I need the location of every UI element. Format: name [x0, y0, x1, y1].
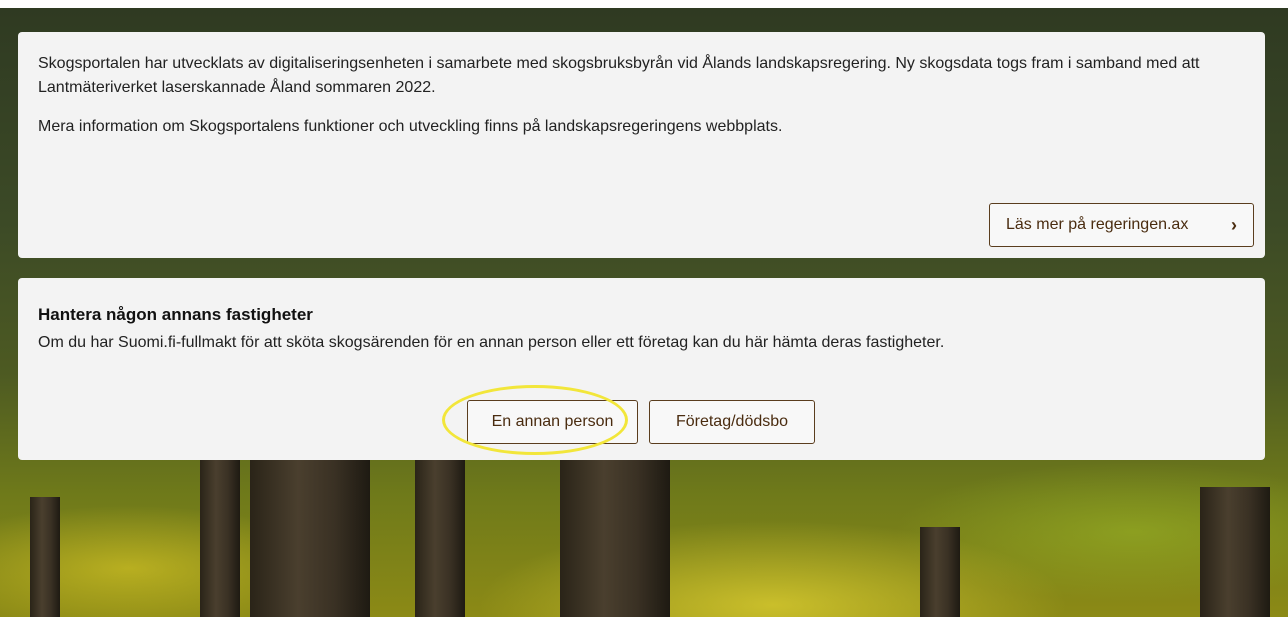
tree-trunk — [250, 447, 370, 617]
other-person-button[interactable]: En annan person — [467, 400, 638, 444]
info-paragraph: Skogsportalen har utvecklats av digitali… — [38, 55, 1200, 96]
tree-trunk — [415, 447, 465, 617]
manage-others-description: Om du har Suomi.fi-fullmakt för att sköt… — [38, 334, 945, 351]
company-estate-button[interactable]: Företag/dödsbo — [649, 400, 815, 444]
info-card: Skogsportalen har utvecklats av digitali… — [18, 32, 1265, 258]
tree-trunk — [1200, 487, 1270, 617]
chevron-right-icon: › — [1231, 214, 1237, 235]
read-more-button[interactable]: Läs mer på regeringen.ax › — [989, 203, 1254, 247]
read-more-label: Läs mer på regeringen.ax — [1006, 216, 1189, 233]
manage-others-heading: Hantera någon annans fastigheter — [38, 305, 313, 324]
tree-trunk — [30, 497, 60, 617]
tree-trunk — [200, 457, 240, 617]
info-more-paragraph: Mera information om Skogsportalens funkt… — [38, 118, 783, 135]
manage-others-card: Hantera någon annans fastigheter Om du h… — [18, 278, 1265, 460]
tree-trunk — [920, 527, 960, 617]
tree-trunk — [560, 447, 670, 617]
